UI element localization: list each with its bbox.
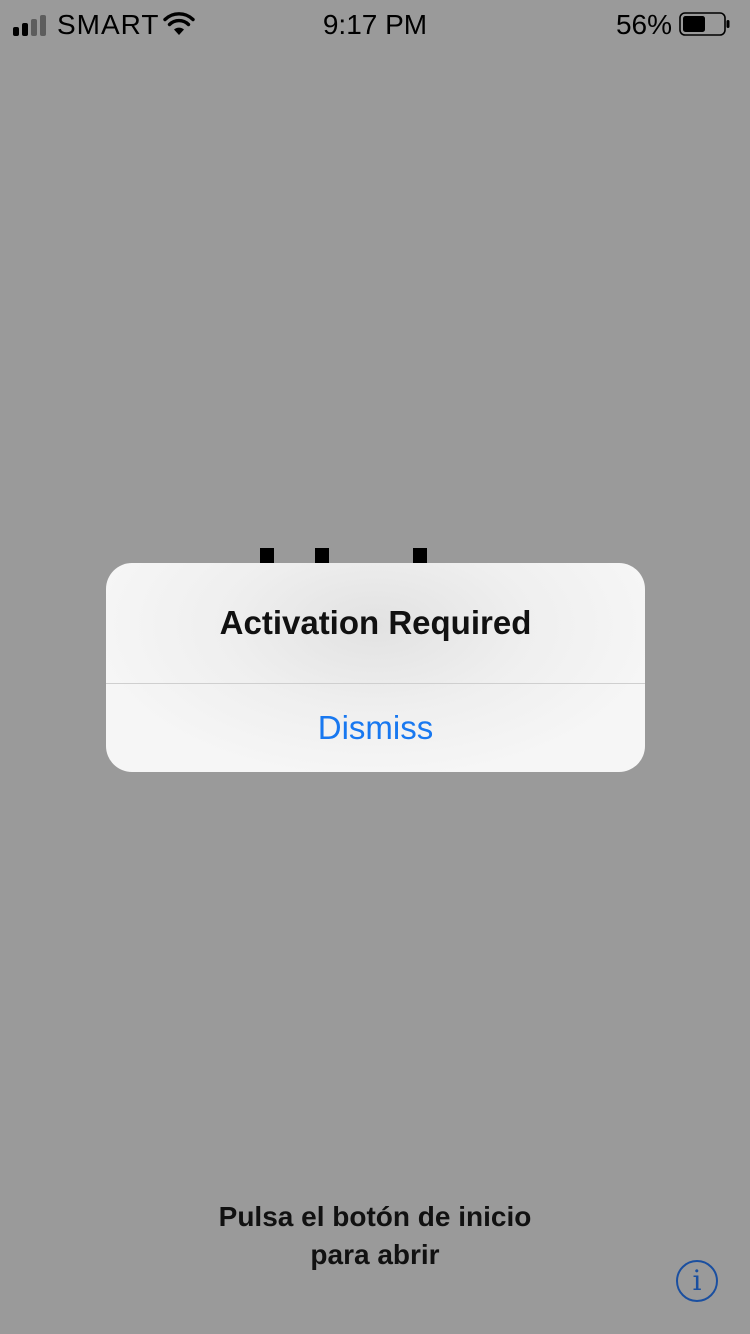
alert-title: Activation Required [219, 604, 532, 641]
battery-percentage: 56% [615, 9, 672, 40]
home-prompt-line-1: Pulsa el botón de inicio [218, 1201, 532, 1232]
activation-alert: Activation Required Dismiss [106, 563, 645, 772]
home-button-prompt: Pulsa el botón de inicio para abrir [0, 1198, 750, 1274]
dismiss-button[interactable]: Dismiss [106, 684, 645, 772]
battery-icon [679, 12, 730, 36]
home-prompt-line-2: para abrir [310, 1239, 440, 1270]
info-icon[interactable]: i [676, 1260, 718, 1302]
status-bar: SMART 9:17 PM 56% [0, 0, 750, 48]
